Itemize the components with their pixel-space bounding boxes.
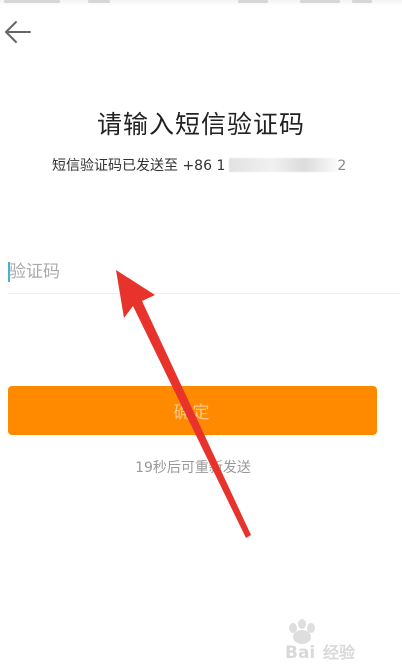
status-bar-fragment [300, 0, 340, 3]
status-bar-fragment [352, 0, 372, 3]
back-button[interactable] [2, 18, 34, 46]
resend-countdown[interactable]: 19秒后可重新发送 [0, 457, 386, 477]
baidu-jingyan-watermark-logo: Bai 经验 [285, 619, 356, 662]
verification-code-input[interactable] [9, 257, 389, 287]
arrow-left-icon [5, 21, 31, 43]
status-bar-fragment [88, 0, 110, 3]
page-title: 请输入短信验证码 [96, 110, 305, 139]
status-bar-fragment [238, 0, 268, 3]
sms-verification-page: 请输入短信验证码 短信验证码已发送至 +86 1 2 确定 19秒后可重新发送 B… [0, 0, 402, 666]
code-field [8, 253, 400, 294]
svg-text:经验: 经验 [323, 643, 356, 662]
red-arrow-icon [116, 270, 251, 538]
svg-text:Bai: Bai [285, 643, 315, 662]
confirm-button[interactable]: 确定 [8, 386, 377, 435]
phone-country-code: +86 1 [182, 158, 226, 174]
status-bar-fragment [4, 0, 60, 3]
sms-sent-prefix: 短信验证码已发送至 [52, 158, 178, 174]
phone-number-mask [229, 158, 338, 172]
status-bar [0, 0, 402, 6]
sms-sent-notice: 短信验证码已发送至 +86 1 2 [52, 155, 346, 175]
phone-number-tail: 2 [337, 158, 347, 174]
